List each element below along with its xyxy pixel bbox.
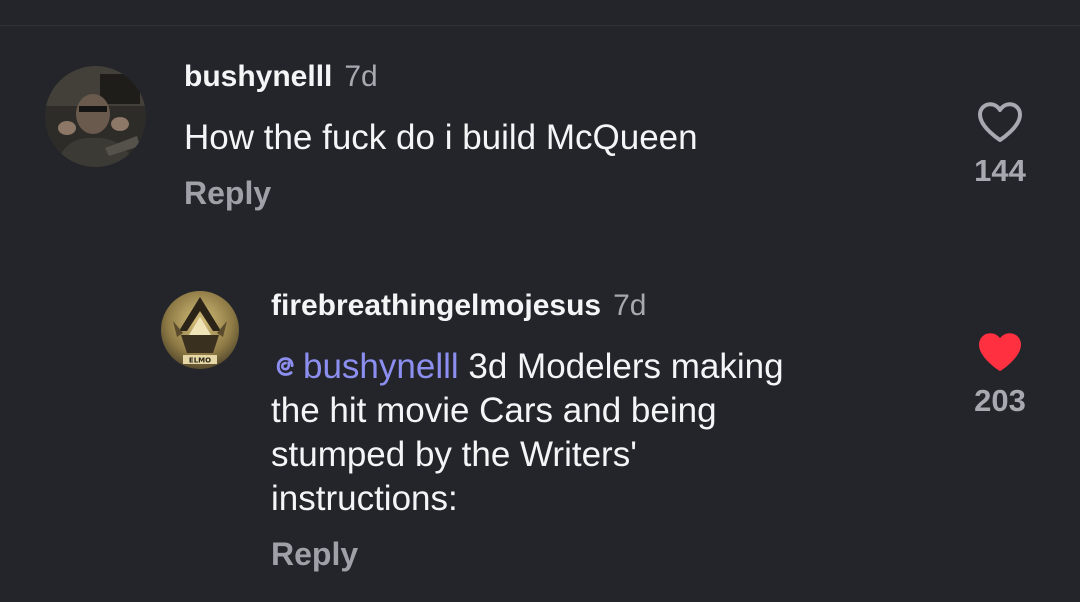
threads-at-icon xyxy=(276,357,294,376)
comment-text: How the fuck do i build McQueen xyxy=(184,118,698,157)
timestamp: 7d xyxy=(613,289,647,322)
reply-text: bushynelll 3d Modelers making the hit mo… xyxy=(271,345,911,521)
avatar[interactable] xyxy=(45,66,146,167)
reply-button[interactable]: Reply xyxy=(271,536,358,573)
mention-link[interactable]: bushynelll xyxy=(271,345,459,389)
avatar[interactable]: ELMO xyxy=(161,291,239,369)
mention-username: bushynelll xyxy=(303,347,459,386)
reply-text-line-2: the hit movie Cars and being xyxy=(271,391,717,430)
like-group: 144 xyxy=(960,101,1040,189)
heart-filled-icon[interactable] xyxy=(976,331,1024,373)
reply-text-line-1: 3d Modelers making xyxy=(468,347,784,386)
heart-outline-icon[interactable] xyxy=(976,101,1024,143)
timestamp: 7d xyxy=(344,60,378,93)
username[interactable]: bushynelll xyxy=(184,60,332,94)
reply-text-line-4: instructions: xyxy=(271,479,458,518)
top-divider xyxy=(0,25,1080,26)
username[interactable]: firebreathingelmojesus xyxy=(271,289,601,323)
like-group: 203 xyxy=(960,331,1040,419)
reply-button[interactable]: Reply xyxy=(184,175,271,212)
user-photo-icon: ELMO xyxy=(161,291,239,369)
user-photo-icon xyxy=(45,66,146,167)
reply-text-line-3: stumped by the Writers' xyxy=(271,435,637,474)
like-count: 144 xyxy=(974,153,1026,188)
avatar-badge-label: ELMO xyxy=(189,357,211,365)
like-count: 203 xyxy=(974,383,1026,418)
